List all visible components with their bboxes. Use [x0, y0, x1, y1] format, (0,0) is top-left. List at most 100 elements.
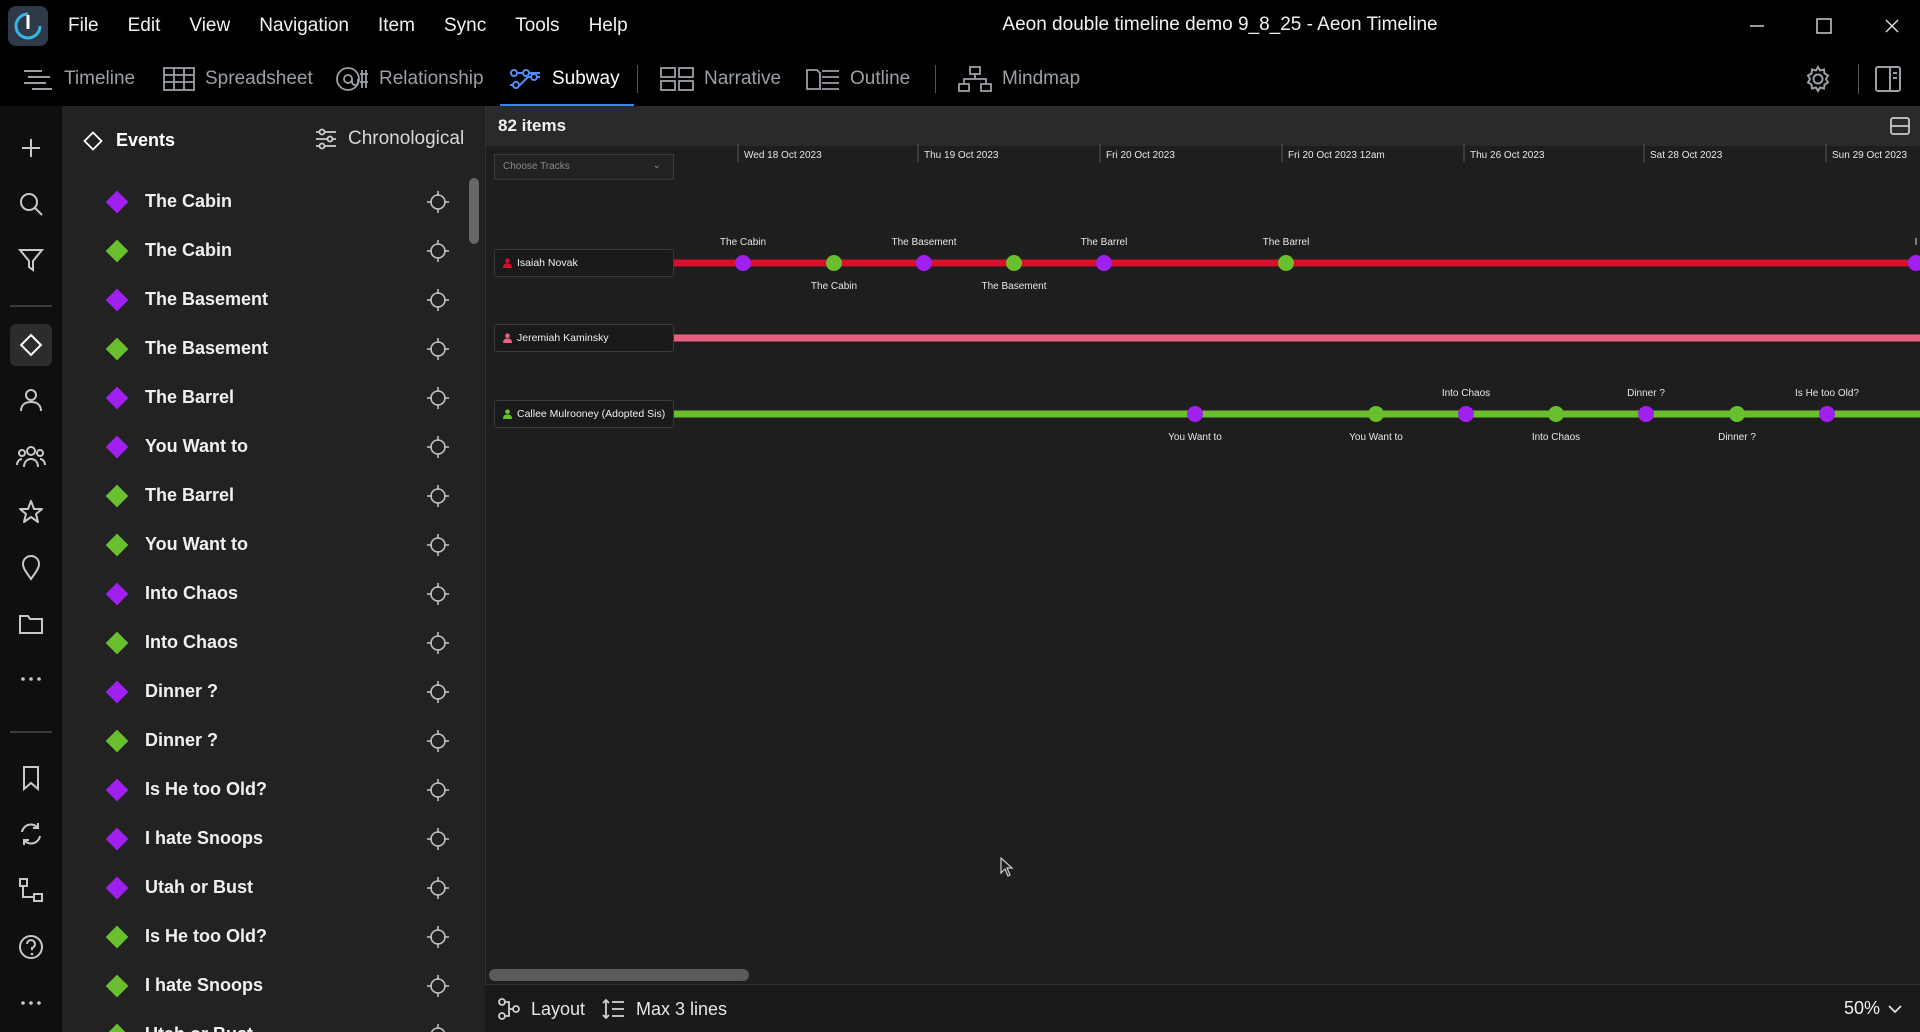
event-list-item[interactable]: The Barrel: [62, 373, 462, 422]
station-marker[interactable]: [1006, 255, 1022, 271]
event-list-item[interactable]: Is He too Old?: [62, 765, 462, 814]
max-lines-button[interactable]: Max 3 lines: [602, 997, 727, 1021]
add-button[interactable]: [10, 127, 52, 169]
tab-subway[interactable]: Subway: [500, 52, 634, 106]
locate-crosshair-icon[interactable]: [426, 680, 450, 704]
station-marker[interactable]: [735, 255, 751, 271]
choose-tracks-dropdown[interactable]: Choose Tracks ⌄: [494, 154, 674, 180]
event-list-item[interactable]: The Basement: [62, 275, 462, 324]
locate-crosshair-icon[interactable]: [426, 631, 450, 655]
menu-help[interactable]: Help: [589, 15, 628, 37]
events-rail-button[interactable]: [10, 324, 52, 366]
horizontal-scrollbar[interactable]: [489, 969, 749, 981]
hierarchy-rail-button[interactable]: [10, 869, 52, 911]
station-marker[interactable]: [1729, 406, 1745, 422]
locate-crosshair-icon[interactable]: [426, 288, 450, 312]
event-list-item[interactable]: Is He too Old?: [62, 912, 462, 961]
locate-crosshair-icon[interactable]: [426, 337, 450, 361]
event-label: Is He too Old?: [145, 779, 268, 799]
filter-button[interactable]: [10, 239, 52, 281]
tab-outline[interactable]: Outline: [806, 52, 910, 106]
maximize-button[interactable]: [1807, 10, 1841, 42]
station-marker[interactable]: [1368, 406, 1384, 422]
track-label[interactable]: Callee Mulrooney (Adopted Sis): [494, 400, 674, 428]
locate-crosshair-icon[interactable]: [426, 239, 450, 263]
station-marker[interactable]: [1548, 406, 1564, 422]
minimize-button[interactable]: [1740, 10, 1774, 42]
close-button[interactable]: [1875, 10, 1909, 42]
bookmark-rail-button[interactable]: [10, 757, 52, 799]
station-marker[interactable]: [1278, 255, 1294, 271]
locate-crosshair-icon[interactable]: [426, 974, 450, 998]
track-label[interactable]: Jeremiah Kaminsky: [494, 324, 674, 352]
maximize-icon: [1816, 18, 1832, 34]
events-scrollbar[interactable]: [469, 178, 479, 244]
more-rail-button-bottom[interactable]: [10, 982, 52, 1024]
event-list-item[interactable]: Into Chaos: [62, 569, 462, 618]
sort-order-button[interactable]: Chronological: [314, 127, 464, 151]
locate-crosshair-icon[interactable]: [426, 484, 450, 508]
event-list-item[interactable]: Dinner ?: [62, 667, 462, 716]
event-list-item[interactable]: The Cabin: [62, 226, 462, 275]
event-list-item[interactable]: I hate Snoops: [62, 814, 462, 863]
tab-narrative[interactable]: Narrative: [660, 52, 781, 106]
menu-item[interactable]: Item: [378, 15, 415, 37]
tab-relationship[interactable]: Relationship: [335, 52, 484, 106]
station-marker[interactable]: [1458, 406, 1474, 422]
menu-tools[interactable]: Tools: [515, 15, 559, 37]
event-color-diamond-icon: [105, 1023, 129, 1032]
locate-crosshair-icon[interactable]: [426, 435, 450, 459]
menu-view[interactable]: View: [189, 15, 230, 37]
locate-crosshair-icon[interactable]: [426, 386, 450, 410]
groups-rail-button[interactable]: [10, 435, 52, 477]
event-list-item[interactable]: Into Chaos: [62, 618, 462, 667]
panel-layout-button[interactable]: [1873, 64, 1903, 94]
event-list-item[interactable]: The Barrel: [62, 471, 462, 520]
station-marker[interactable]: [1908, 255, 1920, 271]
locate-crosshair-icon[interactable]: [426, 582, 450, 606]
locate-crosshair-icon[interactable]: [426, 1023, 450, 1032]
event-list-item[interactable]: You Want to: [62, 422, 462, 471]
station-marker[interactable]: [1819, 406, 1835, 422]
station-marker[interactable]: [1187, 406, 1203, 422]
tab-timeline[interactable]: Timeline: [22, 52, 135, 106]
locate-crosshair-icon[interactable]: [426, 876, 450, 900]
station-marker[interactable]: [1638, 406, 1654, 422]
locate-crosshair-icon[interactable]: [426, 827, 450, 851]
locate-crosshair-icon[interactable]: [426, 925, 450, 949]
menu-file[interactable]: File: [68, 15, 99, 37]
help-rail-button[interactable]: [10, 926, 52, 968]
event-list-item[interactable]: Dinner ?: [62, 716, 462, 765]
locate-crosshair-icon[interactable]: [426, 190, 450, 214]
station-marker[interactable]: [826, 255, 842, 271]
layout-button[interactable]: Layout: [497, 997, 585, 1021]
sync-rail-button[interactable]: [10, 813, 52, 855]
event-list-item[interactable]: Utah or Bust: [62, 1010, 462, 1032]
tab-timeline-label: Timeline: [64, 68, 136, 89]
person-rail-button[interactable]: [10, 379, 52, 421]
more-rail-button[interactable]: [10, 658, 52, 700]
event-list-item[interactable]: I hate Snoops: [62, 961, 462, 1010]
aeon-logo-icon: [8, 6, 48, 46]
event-list-item[interactable]: You Want to: [62, 520, 462, 569]
station-marker[interactable]: [916, 255, 932, 271]
locate-crosshair-icon[interactable]: [426, 533, 450, 557]
folder-rail-button[interactable]: [10, 603, 52, 645]
locate-crosshair-icon[interactable]: [426, 778, 450, 802]
locate-crosshair-icon[interactable]: [426, 729, 450, 753]
tab-spreadsheet[interactable]: Spreadsheet: [163, 52, 313, 106]
event-list-item[interactable]: Utah or Bust: [62, 863, 462, 912]
favorites-rail-button[interactable]: [10, 491, 52, 533]
track-label[interactable]: Isaiah Novak: [494, 249, 674, 277]
station-marker[interactable]: [1096, 255, 1112, 271]
tab-mindmap[interactable]: Mindmap: [958, 52, 1080, 106]
event-list-item[interactable]: The Cabin: [62, 177, 462, 226]
zoom-select[interactable]: 50%: [1844, 998, 1902, 1019]
menu-navigation[interactable]: Navigation: [259, 15, 349, 37]
menu-edit[interactable]: Edit: [128, 15, 161, 37]
places-rail-button[interactable]: [10, 547, 52, 589]
event-list-item[interactable]: The Basement: [62, 324, 462, 373]
search-button[interactable]: [10, 183, 52, 225]
menu-sync[interactable]: Sync: [444, 15, 486, 37]
settings-button[interactable]: [1803, 64, 1833, 94]
